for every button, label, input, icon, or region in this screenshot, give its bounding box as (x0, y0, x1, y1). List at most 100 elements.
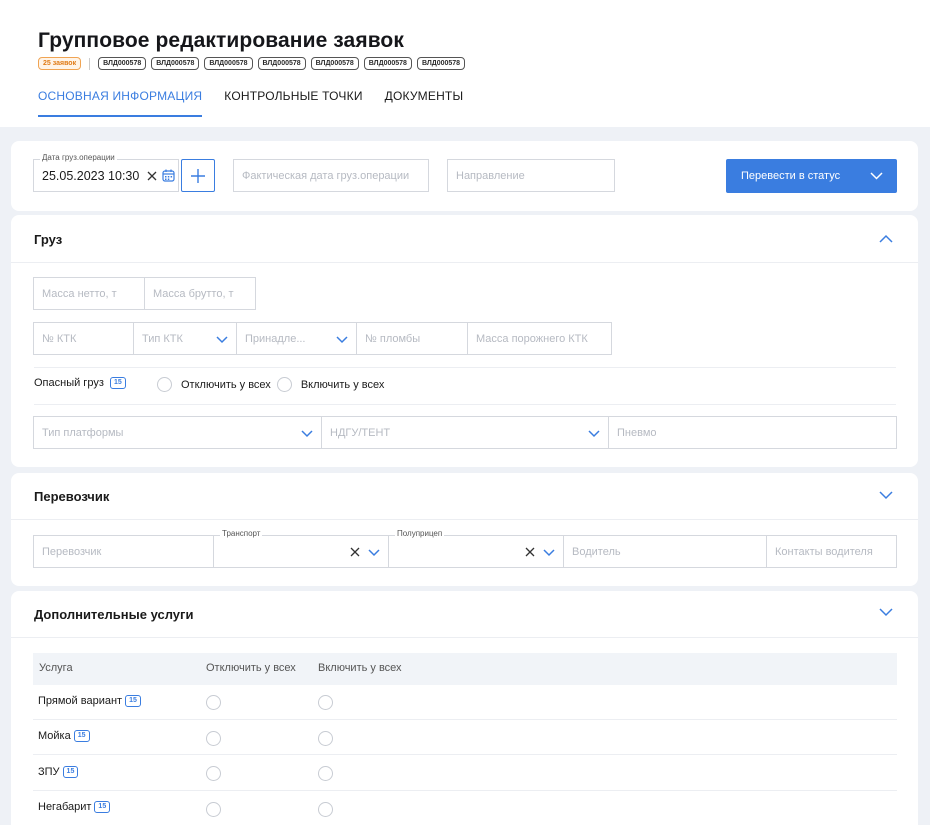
request-id-tag[interactable]: ВЛД000578 (257, 57, 306, 70)
service-name: Мойка 15 (38, 730, 90, 743)
request-id-tag[interactable]: ВЛД000578 (310, 57, 359, 70)
change-status-button[interactable]: Перевести в статус (726, 159, 897, 193)
request-id-tag[interactable]: ВЛД000578 (151, 57, 200, 70)
inner-divider (34, 367, 896, 368)
service-label: Прямой вариант (38, 695, 123, 707)
tab-main-info[interactable]: ОСНОВНАЯ ИНФОРМАЦИЯ (38, 89, 203, 117)
disable-all-label: Отключить у всех (181, 378, 271, 391)
ndgu-tent-placeholder: НДГУ/ТЕНТ (330, 426, 391, 439)
request-id-tag[interactable]: ВЛД000578 (204, 57, 253, 70)
table-row: ЗПУ 15 (33, 755, 897, 791)
page-title: Групповое редактирование заявок (38, 29, 404, 52)
seal-number-field[interactable]: № пломбы (356, 322, 468, 355)
ownership-select[interactable]: Принадле... (236, 322, 357, 355)
clear-icon[interactable] (350, 547, 360, 557)
request-id-tag[interactable]: ВЛД000578 (363, 57, 412, 70)
platform-type-select[interactable]: Тип платформы (33, 416, 322, 449)
driver-contacts-field[interactable]: Контакты водителя (766, 535, 897, 568)
services-card: Дополнительные услуги Услуга Отключить у… (11, 591, 918, 825)
chevron-down-icon (368, 549, 380, 557)
services-table-header: Услуга Отключить у всех Включить у всех (33, 653, 897, 685)
transport-select[interactable]: Транспорт (213, 529, 389, 568)
enable-radio[interactable] (318, 802, 333, 817)
empty-container-mass-field[interactable]: Масса порожнего КТК (467, 322, 612, 355)
cargo-section-title: Груз (34, 232, 63, 247)
ownership-placeholder: Принадле... (245, 332, 306, 345)
service-name: ЗПУ 15 (38, 766, 79, 779)
chevron-down-icon (543, 549, 555, 557)
dangerous-cargo-row: Опасный груз 15 (34, 377, 126, 390)
tab-checkpoints[interactable]: КОНТРОЛЬНЫЕ ТОЧКИ (224, 89, 362, 117)
cargo-card: Груз Масса нетто, т Масса брутто, т № КТ… (11, 215, 918, 467)
inner-divider (34, 404, 896, 405)
enable-all-radio[interactable] (276, 377, 292, 392)
add-date-button[interactable] (181, 159, 215, 192)
tab-bar: ОСНОВНАЯ ИНФОРМАЦИЯ КОНТРОЛЬНЫЕ ТОЧКИ ДО… (38, 89, 463, 117)
clear-icon[interactable] (147, 171, 157, 181)
section-divider (11, 637, 918, 638)
platform-type-placeholder: Тип платформы (42, 426, 124, 439)
clear-icon[interactable] (525, 547, 535, 557)
table-row: Мойка 15 (33, 720, 897, 755)
page-header: Групповое редактирование заявок 25 заяво… (0, 0, 930, 127)
disable-radio[interactable] (206, 802, 221, 817)
services-section-title: Дополнительные услуги (34, 607, 194, 622)
top-bar-card: Дата груз.операции 25.05.2023 10:30 Факт… (11, 141, 918, 211)
ktk-type-select[interactable]: Тип КТК (133, 322, 237, 355)
dangerous-cargo-label: Опасный груз (34, 377, 104, 389)
trailer-select[interactable]: Полуприцеп (388, 529, 564, 568)
service-name: Прямой вариант 15 (38, 695, 141, 708)
pneumo-field[interactable]: Пневмо (608, 416, 897, 449)
ndgu-tent-select[interactable]: НДГУ/ТЕНТ (321, 416, 609, 449)
direction-field[interactable]: Направление (447, 159, 615, 192)
column-header-service: Услуга (39, 662, 73, 674)
disable-radio[interactable] (206, 766, 221, 781)
service-label: Мойка (38, 730, 71, 742)
net-mass-field[interactable]: Масса нетто, т (33, 277, 145, 310)
request-tags: 25 заявок ВЛД000578 ВЛД000578 ВЛД000578 … (38, 57, 466, 70)
enable-radio[interactable] (318, 766, 333, 781)
chevron-up-icon[interactable] (878, 231, 894, 247)
enable-all-label: Включить у всех (300, 378, 385, 391)
request-id-tag[interactable]: ВЛД000578 (98, 57, 147, 70)
carrier-field[interactable]: Перевозчик (33, 535, 214, 568)
calendar-icon[interactable] (162, 169, 175, 182)
disable-radio[interactable] (206, 695, 221, 710)
enable-radio[interactable] (318, 695, 333, 710)
table-row: Негабарит 15 (33, 791, 897, 825)
chevron-down-icon[interactable] (878, 487, 894, 503)
date-operation-value: 25.05.2023 10:30 (42, 168, 140, 183)
count-badge: 15 (94, 801, 111, 814)
dangerous-toggle-group: Отключить у всех Включить у всех (157, 377, 384, 392)
carrier-card: Перевозчик Перевозчик Транспорт Полуприц… (11, 473, 918, 586)
service-label: Негабарит (38, 801, 92, 813)
section-divider (11, 519, 918, 520)
service-name: Негабарит 15 (38, 801, 111, 814)
tab-documents[interactable]: ДОКУМЕНТЫ (385, 89, 464, 117)
gross-mass-field[interactable]: Масса брутто, т (144, 277, 256, 310)
count-badge: 15 (62, 766, 79, 779)
enable-radio[interactable] (318, 731, 333, 746)
table-row: Прямой вариант 15 (33, 685, 897, 720)
requests-count-tag[interactable]: 25 заявок (38, 57, 82, 70)
chevron-down-icon (301, 430, 313, 438)
disable-radio[interactable] (206, 731, 221, 746)
chevron-down-icon (870, 172, 883, 180)
chevron-down-icon (588, 430, 600, 438)
ktk-number-field[interactable]: № КТК (33, 322, 134, 355)
actual-date-field[interactable]: Фактическая дата груз.операции (233, 159, 429, 192)
column-header-enable: Включить у всех (318, 662, 402, 674)
chevron-down-icon (216, 336, 228, 344)
date-operation-field[interactable]: Дата груз.операции 25.05.2023 10:30 (33, 153, 179, 192)
disable-all-radio[interactable] (157, 377, 172, 392)
column-header-disable: Отключить у всех (206, 662, 296, 674)
section-divider (11, 262, 918, 263)
count-badge: 15 (73, 730, 90, 743)
tag-separator (89, 57, 91, 70)
count-badge: 15 (109, 377, 126, 390)
driver-field[interactable]: Водитель (563, 535, 767, 568)
chevron-down-icon[interactable] (878, 604, 894, 620)
transport-legend: Транспорт (220, 529, 263, 538)
count-badge: 15 (125, 695, 141, 708)
request-id-tag[interactable]: ВЛД000578 (416, 57, 466, 70)
